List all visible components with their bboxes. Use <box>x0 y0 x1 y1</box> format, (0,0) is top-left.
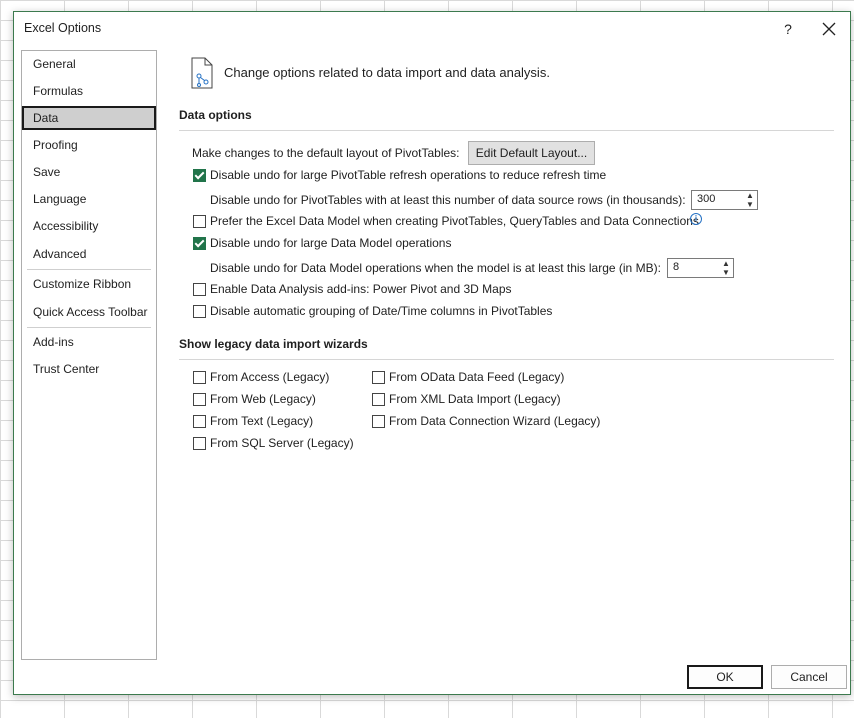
undo-data-model-checkbox[interactable] <box>193 237 206 250</box>
legacy-text-checkbox[interactable] <box>193 415 206 428</box>
data-options-section-title: Data options <box>179 108 252 122</box>
ok-button[interactable]: OK <box>687 665 763 689</box>
sidebar-item-quick-access-toolbar[interactable]: Quick Access Toolbar <box>22 300 156 324</box>
legacy-data-connection-label: From Data Connection Wizard (Legacy) <box>389 414 601 428</box>
sidebar-item-accessibility[interactable]: Accessibility <box>22 214 156 238</box>
legacy-section-title: Show legacy data import wizards <box>179 337 368 351</box>
sidebar-item-advanced[interactable]: Advanced <box>22 242 156 266</box>
help-button[interactable]: ? <box>778 19 798 39</box>
dialog-title: Excel Options <box>24 21 102 35</box>
info-icon[interactable]: i <box>690 213 702 225</box>
undo-pivot-rows-value[interactable]: 300 <box>697 193 715 205</box>
legacy-text-label: From Text (Legacy) <box>210 414 314 428</box>
legacy-sql-server-checkbox[interactable] <box>193 437 206 450</box>
legacy-odata-label: From OData Data Feed (Legacy) <box>389 370 565 384</box>
enable-addins-label: Enable Data Analysis add-ins: Power Pivo… <box>210 282 512 296</box>
undo-pivot-label: Disable undo for large PivotTable refres… <box>210 168 607 182</box>
content-pane: Change options related to data import an… <box>174 52 844 652</box>
legacy-data-connection-checkbox[interactable] <box>372 415 385 428</box>
undo-pivot-rows-label: Disable undo for PivotTables with at lea… <box>210 193 686 207</box>
undo-model-size-spinner[interactable]: 8 ▲ ▼ <box>667 258 734 278</box>
cancel-button[interactable]: Cancel <box>771 665 847 689</box>
sidebar-item-trust-center[interactable]: Trust Center <box>22 357 156 381</box>
edit-default-layout-button[interactable]: Edit Default Layout... <box>468 141 595 165</box>
sidebar-divider <box>27 269 151 270</box>
sidebar-item-customize-ribbon[interactable]: Customize Ribbon <box>22 272 156 296</box>
sidebar-item-add-ins[interactable]: Add-ins <box>22 330 156 354</box>
options-sidebar: General Formulas Data Proofing Save Lang… <box>21 50 157 660</box>
close-button[interactable] <box>818 18 840 40</box>
header-description: Change options related to data import an… <box>224 65 550 80</box>
legacy-odata-checkbox[interactable] <box>372 371 385 384</box>
legacy-xml-label: From XML Data Import (Legacy) <box>389 392 561 406</box>
legacy-access-label: From Access (Legacy) <box>210 370 330 384</box>
disable-grouping-checkbox[interactable] <box>193 305 206 318</box>
sidebar-item-save[interactable]: Save <box>22 160 156 184</box>
prefer-data-model-label: Prefer the Excel Data Model when creatin… <box>210 214 699 228</box>
data-document-icon <box>191 57 213 89</box>
undo-model-size-value[interactable]: 8 <box>673 261 679 273</box>
pivot-layout-label: Make changes to the default layout of Pi… <box>192 146 460 160</box>
undo-pivot-checkbox[interactable] <box>193 169 206 182</box>
undo-data-model-label: Disable undo for large Data Model operat… <box>210 236 452 250</box>
legacy-sql-server-label: From SQL Server (Legacy) <box>210 436 354 450</box>
sidebar-divider <box>27 327 151 328</box>
sidebar-item-proofing[interactable]: Proofing <box>22 133 156 157</box>
sidebar-item-general[interactable]: General <box>22 52 156 76</box>
undo-pivot-rows-spinner[interactable]: 300 ▲ ▼ <box>691 190 758 210</box>
disable-grouping-label: Disable automatic grouping of Date/Time … <box>210 304 553 318</box>
close-icon <box>822 22 836 36</box>
excel-options-dialog: Excel Options ? General Formulas Data Pr… <box>13 11 851 695</box>
legacy-web-label: From Web (Legacy) <box>210 392 316 406</box>
undo-model-size-label: Disable undo for Data Model operations w… <box>210 261 661 275</box>
section-divider <box>179 359 834 360</box>
spinner-arrows-icon[interactable]: ▲ ▼ <box>745 191 755 209</box>
sidebar-item-language[interactable]: Language <box>22 187 156 211</box>
prefer-data-model-checkbox[interactable] <box>193 215 206 228</box>
legacy-web-checkbox[interactable] <box>193 393 206 406</box>
legacy-access-checkbox[interactable] <box>193 371 206 384</box>
sidebar-item-formulas[interactable]: Formulas <box>22 79 156 103</box>
legacy-xml-checkbox[interactable] <box>372 393 385 406</box>
sidebar-item-data[interactable]: Data <box>22 106 156 130</box>
spinner-arrows-icon[interactable]: ▲ ▼ <box>721 259 731 277</box>
section-divider <box>179 130 834 131</box>
enable-addins-checkbox[interactable] <box>193 283 206 296</box>
